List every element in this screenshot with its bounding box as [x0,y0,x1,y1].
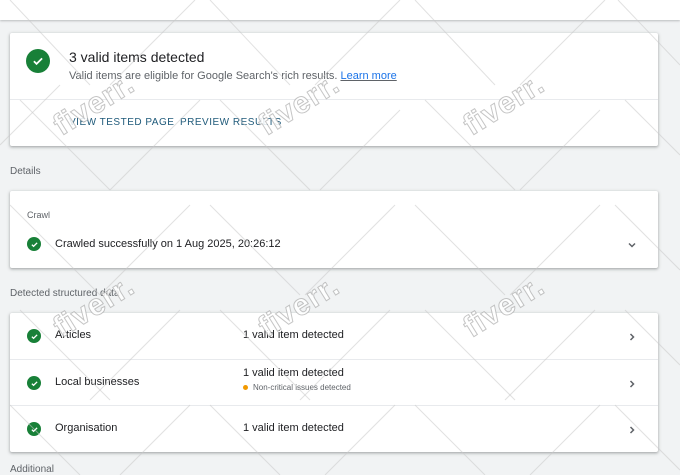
row-name: Articles [55,329,92,341]
chevron-down-icon[interactable] [626,238,638,250]
summary-description-text: Valid items are eligible for Google Sear… [69,70,338,82]
warning-dot-icon [243,385,248,390]
divider [10,99,658,100]
summary-description: Valid items are eligible for Google Sear… [69,70,397,82]
check-circle-icon [26,49,50,73]
check-circle-icon [27,422,41,436]
row-status: 1 valid item detected [243,367,344,379]
crawl-status: Crawled successfully on 1 Aug 2025, 20:2… [55,238,281,250]
row-status: 1 valid item detected [243,329,344,341]
details-section-label: Details [10,166,41,177]
warning-note-text: Non-critical issues detected [253,383,351,392]
structured-row-articles[interactable]: Articles 1 valid item detected [10,313,658,359]
summary-title: 3 valid items detected [69,49,205,65]
view-tested-page-button[interactable]: VIEW TESTED PAGE [69,117,174,128]
row-name: Organisation [55,422,118,434]
structured-row-local-businesses[interactable]: Local businesses 1 valid item detected N… [10,359,658,405]
check-circle-icon [27,376,41,390]
row-name: Local businesses [55,376,140,388]
chevron-right-icon[interactable] [626,377,638,389]
summary-card: 3 valid items detected Valid items are e… [10,33,658,146]
crawl-header: Crawl [27,210,51,220]
top-app-bar [0,0,680,20]
learn-more-link[interactable]: Learn more [340,70,396,82]
structured-data-section-label: Detected structured data [10,288,120,299]
check-circle-icon [27,329,41,343]
preview-results-button[interactable]: PREVIEW RESULTS [180,117,282,128]
row-warning-note: Non-critical issues detected [243,383,351,392]
chevron-right-icon[interactable] [626,330,638,342]
chevron-right-icon[interactable] [626,423,638,435]
additional-section-label: Additional [10,464,54,475]
crawl-card[interactable]: Crawl Crawled successfully on 1 Aug 2025… [10,191,658,268]
structured-row-organisation[interactable]: Organisation 1 valid item detected [10,405,658,451]
check-circle-icon [27,237,41,251]
structured-data-card: Articles 1 valid item detected Local bus… [10,313,658,452]
row-status: 1 valid item detected [243,422,344,434]
